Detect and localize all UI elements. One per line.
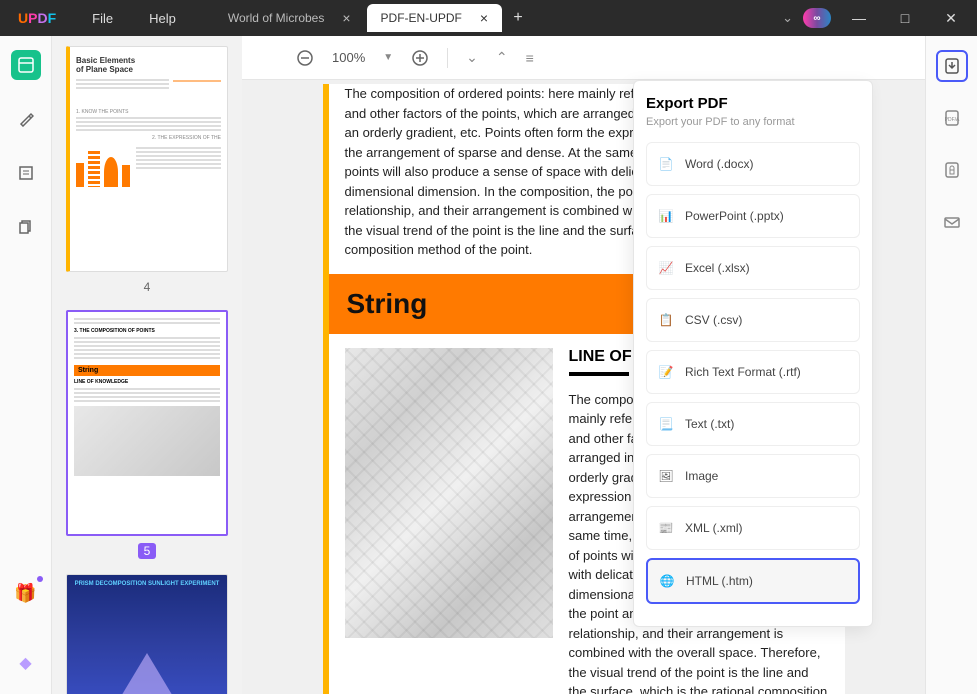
new-tab-button[interactable]: + bbox=[504, 9, 532, 27]
pencil-icon bbox=[18, 111, 34, 127]
export-label: PowerPoint (.pptx) bbox=[685, 209, 784, 223]
pdfa-icon: PDF/A bbox=[943, 109, 961, 127]
export-label: Excel (.xlsx) bbox=[685, 261, 750, 275]
main-area: 100% ▼ ⌄ ⌃ ≡ The composition of ordered … bbox=[242, 36, 925, 694]
page-jump-button[interactable]: ≡ bbox=[526, 50, 534, 66]
export-label: XML (.xml) bbox=[685, 521, 743, 535]
gift-button[interactable]: 🎁 bbox=[11, 578, 41, 608]
right-rail: PDF/A bbox=[925, 36, 977, 694]
ai-icon[interactable]: ∞ bbox=[803, 8, 831, 28]
chevron-down-icon[interactable]: ⌄ bbox=[782, 10, 793, 26]
edit-tool-button[interactable] bbox=[11, 158, 41, 188]
pdf-a-button[interactable]: PDF/A bbox=[936, 102, 968, 134]
html-icon: 🌐 bbox=[658, 572, 676, 590]
export-option-powerpoint[interactable]: 📊 PowerPoint (.pptx) bbox=[646, 194, 860, 238]
close-icon[interactable]: × bbox=[480, 10, 488, 26]
maximize-button[interactable]: □ bbox=[887, 4, 923, 32]
minus-circle-icon bbox=[296, 49, 314, 67]
page-number: 4 bbox=[144, 280, 151, 294]
thumbnail-page-6[interactable]: PRISM DECOMPOSITION SUNLIGHT EXPERIMENT bbox=[66, 574, 228, 694]
close-icon[interactable]: × bbox=[342, 10, 350, 26]
scroll-down-button[interactable]: ⌄ bbox=[466, 49, 478, 66]
export-icon bbox=[943, 57, 961, 75]
layers-icon: ◆ bbox=[19, 653, 31, 673]
tab-world-of-microbes[interactable]: World of Microbes × bbox=[214, 4, 365, 32]
app-logo: UPDF bbox=[0, 10, 74, 26]
minimize-button[interactable]: — bbox=[841, 4, 877, 32]
export-subtitle: Export your PDF to any format bbox=[646, 116, 860, 128]
zoom-value[interactable]: 100% bbox=[332, 50, 365, 65]
export-label: Image bbox=[685, 469, 718, 483]
tab-label: PDF-EN-UPDF bbox=[381, 11, 462, 25]
image-icon: 🖼 bbox=[657, 467, 675, 485]
gift-icon: 🎁 bbox=[14, 583, 36, 604]
thumb-heading: 3. THE COMPOSITION OF POINTS bbox=[74, 328, 220, 334]
thumb-title: Basic Elements of Plane Space bbox=[76, 57, 136, 75]
zoom-in-button[interactable] bbox=[411, 49, 429, 67]
export-label: CSV (.csv) bbox=[685, 313, 742, 327]
export-option-rtf[interactable]: 📝 Rich Text Format (.rtf) bbox=[646, 350, 860, 394]
menu-help[interactable]: Help bbox=[131, 11, 194, 26]
comment-tool-button[interactable] bbox=[11, 104, 41, 134]
thumb-subheading: LINE OF KNOWLEDGE bbox=[74, 379, 220, 385]
export-option-html[interactable]: 🌐 HTML (.htm) bbox=[646, 558, 860, 604]
thumb-heading: 1. KNOW THE POINTS bbox=[76, 109, 221, 115]
powerpoint-icon: 📊 bbox=[657, 207, 675, 225]
tab-label: World of Microbes bbox=[228, 11, 324, 25]
zoom-dropdown[interactable]: ▼ bbox=[383, 52, 393, 63]
left-rail: 🎁 ◆ bbox=[0, 36, 52, 694]
export-option-word[interactable]: 📄 Word (.docx) bbox=[646, 142, 860, 186]
plus-circle-icon bbox=[411, 49, 429, 67]
email-button[interactable] bbox=[936, 206, 968, 238]
document-tabs: World of Microbes × PDF-EN-UPDF × + bbox=[214, 0, 532, 36]
menu-file[interactable]: File bbox=[74, 11, 131, 26]
csv-icon: 📋 bbox=[657, 311, 675, 329]
svg-text:PDF/A: PDF/A bbox=[944, 117, 959, 123]
edit-icon bbox=[18, 165, 34, 181]
tab-pdf-en-updf[interactable]: PDF-EN-UPDF × bbox=[367, 4, 503, 32]
lock-icon bbox=[943, 161, 961, 179]
article-image bbox=[345, 348, 553, 638]
export-label: Word (.docx) bbox=[685, 157, 753, 171]
text-icon: 📃 bbox=[657, 415, 675, 433]
thumbnails-button[interactable] bbox=[11, 50, 41, 80]
export-option-text[interactable]: 📃 Text (.txt) bbox=[646, 402, 860, 446]
export-label: HTML (.htm) bbox=[686, 574, 753, 588]
xml-icon: 📰 bbox=[657, 519, 675, 537]
envelope-icon bbox=[943, 213, 961, 231]
export-option-xml[interactable]: 📰 XML (.xml) bbox=[646, 506, 860, 550]
thumbnail-page-5[interactable]: 3. THE COMPOSITION OF POINTS String LINE… bbox=[66, 310, 228, 560]
word-icon: 📄 bbox=[657, 155, 675, 173]
titlebar: UPDF File Help World of Microbes × PDF-E… bbox=[0, 0, 977, 36]
export-panel: Export PDF Export your PDF to any format… bbox=[633, 80, 873, 627]
pages-icon bbox=[18, 219, 34, 235]
export-option-excel[interactable]: 📈 Excel (.xlsx) bbox=[646, 246, 860, 290]
view-toolbar: 100% ▼ ⌄ ⌃ ≡ bbox=[242, 36, 925, 80]
close-window-button[interactable]: ✕ bbox=[933, 4, 969, 32]
export-label: Rich Text Format (.rtf) bbox=[685, 365, 801, 379]
export-label: Text (.txt) bbox=[685, 417, 734, 431]
excel-icon: 📈 bbox=[657, 259, 675, 277]
thumbnail-panel: Basic Elements of Plane Space 1. KNOW TH… bbox=[52, 36, 242, 694]
export-option-image[interactable]: 🖼 Image bbox=[646, 454, 860, 498]
pages-tool-button[interactable] bbox=[11, 212, 41, 242]
zoom-out-button[interactable] bbox=[296, 49, 314, 67]
thumb-string-bar: String bbox=[74, 365, 220, 376]
thumbnail-page-4[interactable]: Basic Elements of Plane Space 1. KNOW TH… bbox=[66, 46, 228, 296]
page-number: 5 bbox=[138, 543, 157, 559]
thumb-title: PRISM DECOMPOSITION SUNLIGHT EXPERIMENT bbox=[73, 581, 221, 588]
thumbnails-icon bbox=[18, 57, 34, 73]
layers-button[interactable]: ◆ bbox=[11, 648, 41, 678]
export-title: Export PDF bbox=[646, 95, 860, 112]
scroll-up-button[interactable]: ⌃ bbox=[496, 49, 508, 66]
export-button[interactable] bbox=[936, 50, 968, 82]
protect-button[interactable] bbox=[936, 154, 968, 186]
export-option-csv[interactable]: 📋 CSV (.csv) bbox=[646, 298, 860, 342]
rtf-icon: 📝 bbox=[657, 363, 675, 381]
